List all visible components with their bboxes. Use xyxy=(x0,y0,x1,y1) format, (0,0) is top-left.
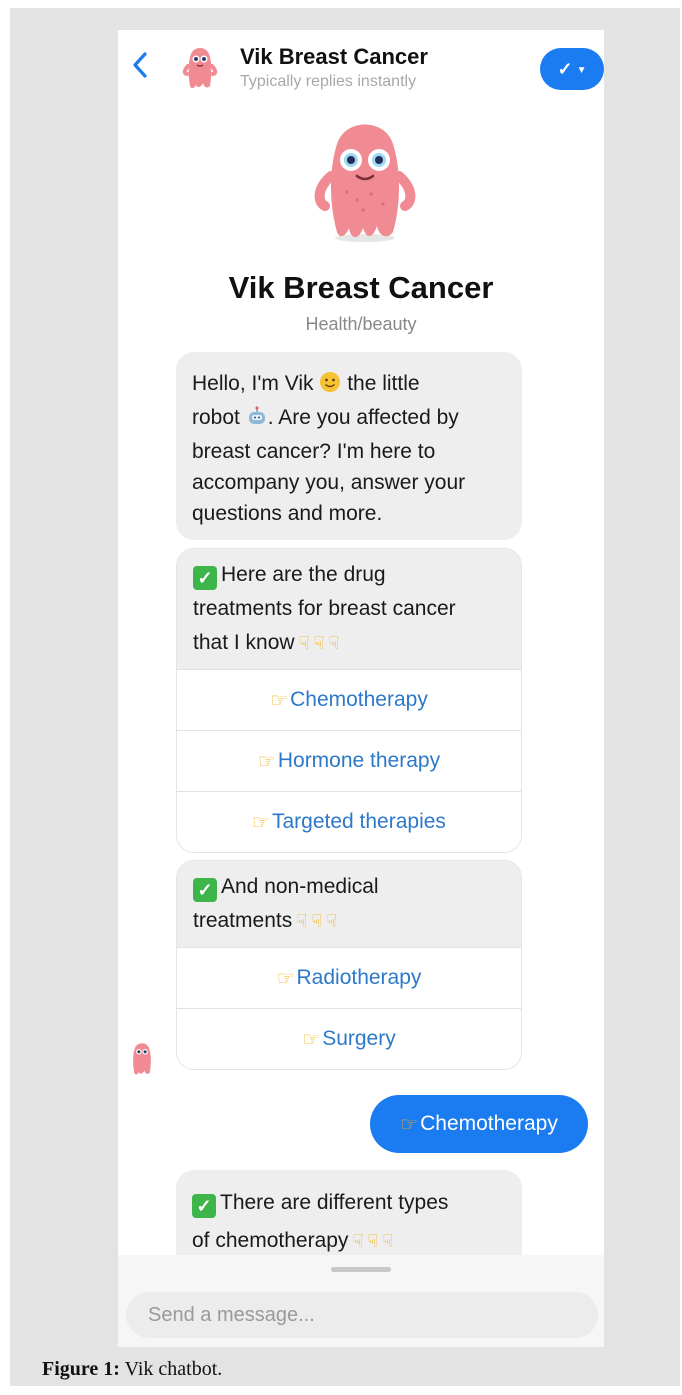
check-mark-icon: ✓ xyxy=(193,878,217,902)
pointing-right-icon: ☞ xyxy=(257,750,276,773)
button-label: Radiotherapy xyxy=(296,966,422,989)
chevron-left-icon xyxy=(133,52,147,78)
card-header: ✓ And non-medical treatments ☟ ☟ ☟ xyxy=(177,861,521,947)
message-line: treatments ☟ ☟ ☟ xyxy=(193,904,505,938)
message-text: Chemotherapy xyxy=(420,1112,558,1135)
header-avatar[interactable] xyxy=(182,44,218,90)
pointing-right-icon: ☞ xyxy=(400,1113,419,1136)
pointing-down-icon: ☟ xyxy=(326,911,338,931)
message-text: robot xyxy=(192,406,240,429)
pointing-right-icon: ☞ xyxy=(276,967,295,990)
manage-button[interactable]: ✓ ▼ xyxy=(540,48,604,90)
profile-name: Vik Breast Cancer xyxy=(228,270,494,305)
pointing-down-icon: ☟ xyxy=(298,633,310,653)
message-line: that I know ☟ ☟ ☟ xyxy=(193,626,505,660)
pointing-down-icon: ☟ xyxy=(328,633,340,653)
smiley-icon xyxy=(319,371,341,402)
bot-avatar xyxy=(128,1040,156,1076)
quick-reply-radiotherapy[interactable]: ☞ Radiotherapy xyxy=(177,947,521,1008)
user-message-chemotherapy: ☞ Chemotherapy xyxy=(370,1095,588,1153)
message-line: Hello, I'm Vik the little xyxy=(176,368,522,402)
bot-card-drug-treatments: ✓ Here are the drug treatments for breast… xyxy=(176,548,522,853)
input-placeholder: Send a message... xyxy=(148,1303,315,1326)
pointing-down-icon: ☟ xyxy=(367,1231,379,1251)
caret-down-icon: ▼ xyxy=(576,64,587,76)
composer-area: Send a message... xyxy=(118,1255,604,1347)
message-text: treatments for breast cancer xyxy=(193,597,456,620)
message-text: breast cancer? I'm here to xyxy=(192,440,436,463)
message-text: questions and more. xyxy=(192,502,383,525)
vik-mascot-icon xyxy=(314,124,416,242)
vik-mascot-icon xyxy=(133,1043,151,1075)
pointing-right-icon: ☞ xyxy=(302,1028,321,1051)
pointing-down-icon: ☟ xyxy=(352,1231,364,1251)
vik-mascot-icon xyxy=(182,48,218,89)
message-text: Here are the drug xyxy=(221,563,386,586)
chat-title: Vik Breast Cancer xyxy=(240,44,428,69)
button-label: Chemotherapy xyxy=(290,688,428,711)
button-label: Hormone therapy xyxy=(277,749,441,772)
check-icon: ✓ xyxy=(557,58,573,79)
quick-reply-surgery[interactable]: ☞ Surgery xyxy=(177,1008,521,1069)
card-header: ✓ Here are the drug treatments for breast… xyxy=(177,549,521,669)
quick-reply-targeted-therapies[interactable]: ☞ Targeted therapies xyxy=(177,791,521,852)
bot-card-non-medical: ✓ And non-medical treatments ☟ ☟ ☟ ☞ Radiothe… xyxy=(176,860,522,1070)
messenger-screen: Vik Breast Cancer Typically replies inst… xyxy=(118,30,604,1347)
message-text: . Are you affected by xyxy=(267,406,459,429)
message-text: Hello, I'm Vik xyxy=(192,372,314,395)
figure-caption: Figure 1: Vik chatbot. xyxy=(42,1358,222,1381)
pointing-down-icon: ☟ xyxy=(382,1231,394,1251)
message-line: ✓ There are different types xyxy=(176,1184,522,1222)
profile-avatar xyxy=(311,114,419,244)
message-text: treatments xyxy=(193,909,293,932)
caption-label: Figure 1: xyxy=(42,1358,120,1380)
message-line: ✓ And non-medical xyxy=(193,870,505,904)
message-text: And non-medical xyxy=(221,875,379,898)
button-label: Surgery xyxy=(322,1027,396,1050)
message-line: ✓ Here are the drug xyxy=(193,558,505,592)
pointing-right-icon: ☞ xyxy=(252,811,270,834)
button-label: Targeted therapies xyxy=(271,810,446,833)
message-text: There are different types xyxy=(220,1191,449,1214)
message-line: robot . Are you affected by xyxy=(176,402,522,436)
message-text: the little xyxy=(347,372,420,395)
robot-icon xyxy=(246,405,268,436)
pointing-right-icon: ☞ xyxy=(270,689,289,712)
bot-message-intro: Hello, I'm Vik the little robot . Are yo… xyxy=(176,352,522,540)
check-mark-icon: ✓ xyxy=(193,566,217,590)
check-mark-icon: ✓ xyxy=(192,1194,216,1218)
caption-text: Vik chatbot. xyxy=(124,1358,223,1380)
message-input[interactable]: Send a message... xyxy=(126,1292,598,1338)
quick-reply-hormone-therapy[interactable]: ☞ Hormone therapy xyxy=(177,730,521,791)
pointing-down-icon: ☟ xyxy=(311,911,323,931)
pointing-down-icon: ☟ xyxy=(313,633,325,653)
message-text: of chemotherapy xyxy=(192,1229,349,1252)
message-text: accompany you, answer your xyxy=(192,471,466,494)
profile-category: Health/beauty xyxy=(305,314,417,334)
quick-reply-chemotherapy[interactable]: ☞ Chemotherapy xyxy=(177,669,521,730)
figure-frame: Vik Breast Cancer Typically replies inst… xyxy=(10,8,680,1386)
pointing-down-icon: ☟ xyxy=(296,911,308,931)
message-text: that I know xyxy=(193,631,295,654)
drag-handle[interactable] xyxy=(331,1267,391,1272)
back-button[interactable] xyxy=(128,50,152,80)
chat-subtitle: Typically replies instantly xyxy=(240,73,417,90)
